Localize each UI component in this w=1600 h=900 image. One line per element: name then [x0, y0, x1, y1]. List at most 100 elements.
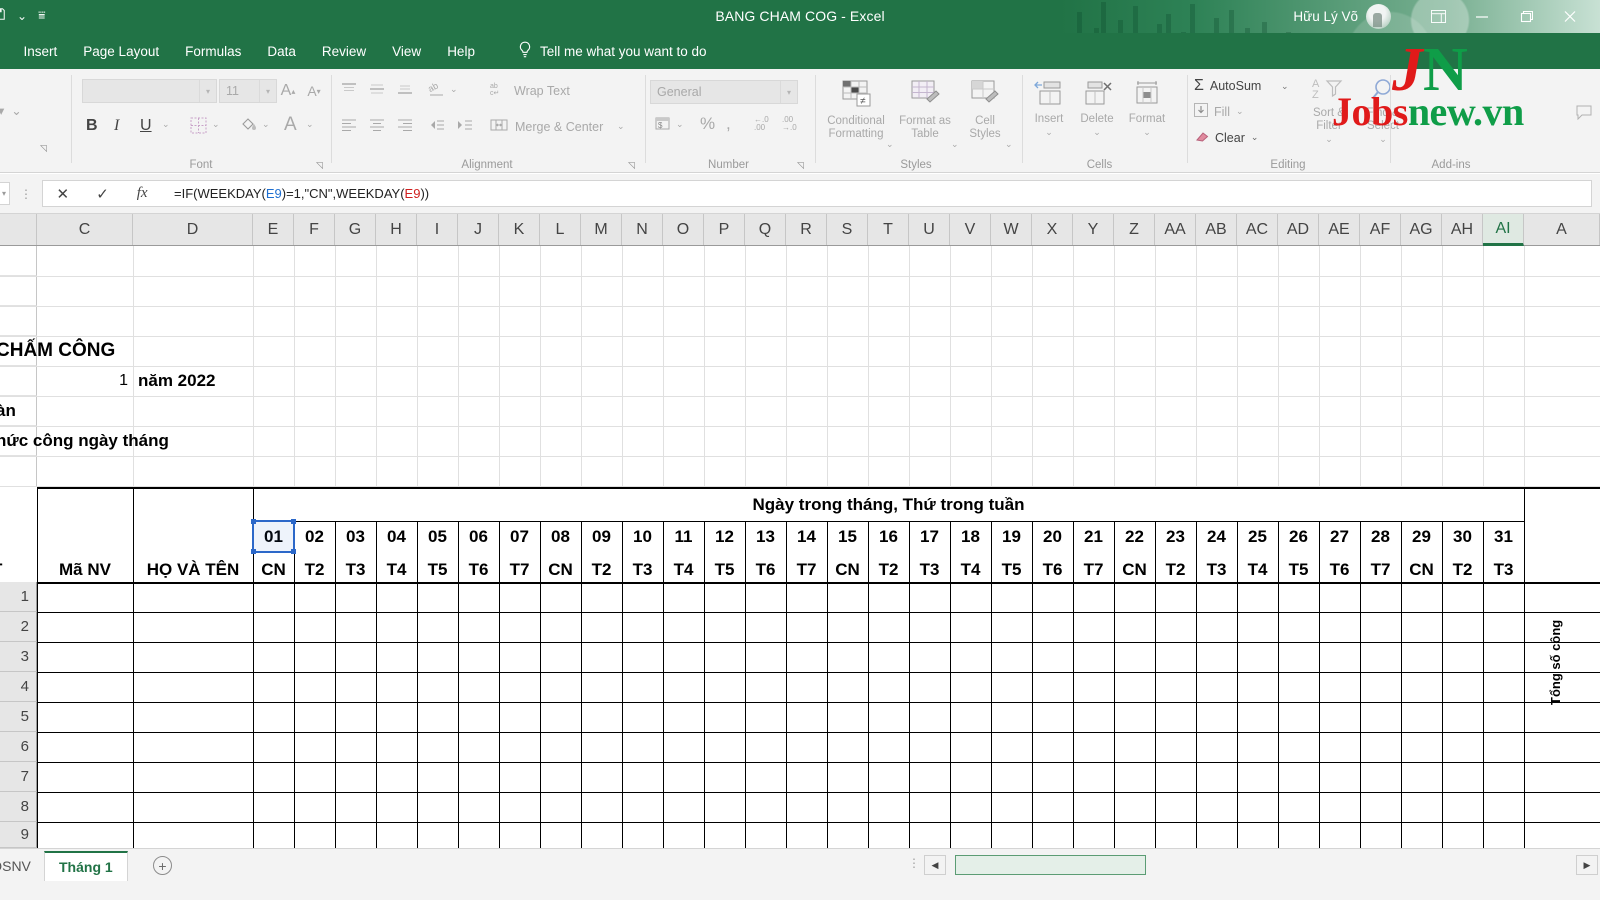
insert-cells-button[interactable]: Insert ⌄ — [1025, 79, 1073, 139]
column-header-ai[interactable]: AI — [1483, 214, 1524, 246]
tab-help[interactable]: Help — [434, 33, 488, 69]
cell-day-03[interactable]: 03 — [335, 521, 376, 552]
sort-filter-button[interactable]: AZ Sort & Filter ⌄ — [1300, 77, 1358, 146]
cs-chevron-down-icon[interactable]: ⌄ — [1005, 139, 1013, 150]
column-header-q[interactable]: Q — [745, 214, 786, 245]
cell-day-08[interactable]: 08 — [540, 521, 581, 552]
column-header-ab[interactable]: AB — [1196, 214, 1237, 245]
enter-icon[interactable]: ✓ — [83, 185, 123, 203]
chevron-down-icon[interactable]: ▾ — [259, 80, 276, 102]
cell-weekday-25[interactable]: T4 — [1237, 558, 1278, 582]
increase-decimal-button[interactable]: ←.0.00 — [754, 116, 769, 132]
format-cells-button[interactable]: Format ⌄ — [1121, 79, 1173, 139]
cell-day-05[interactable]: 05 — [417, 521, 458, 552]
cell-day-21[interactable]: 21 — [1073, 521, 1114, 552]
cell-day-25[interactable]: 25 — [1237, 521, 1278, 552]
cell-day-22[interactable]: 22 — [1114, 521, 1155, 552]
cell-weekday-9[interactable]: T2 — [581, 558, 622, 582]
cell-weekday-5[interactable]: T5 — [417, 558, 458, 582]
italic-button[interactable]: I — [114, 117, 119, 135]
cell-day-06[interactable]: 06 — [458, 521, 499, 552]
column-header-i[interactable]: I — [417, 214, 458, 245]
align-middle-icon[interactable] — [368, 81, 386, 97]
restore-icon[interactable] — [1504, 0, 1548, 33]
conditional-formatting-button[interactable]: ≠ Conditional Formatting — [822, 79, 890, 141]
column-headers[interactable]: C D E F G H I J K L M N O P Q R S T U V W X Y Z AA AB AC AD AE AF AG AH… — [0, 214, 1600, 246]
grid-cells[interactable]: CHẤM CÔNG 1 năm 2022 àn hức công ngày tháng N… — [0, 246, 1600, 848]
column-header-ah[interactable]: AH — [1442, 214, 1483, 245]
underline-chevron-down-icon[interactable]: ⌄ — [162, 119, 170, 130]
column-header-e[interactable]: E — [253, 214, 294, 245]
cell-styles-button[interactable]: Cell Styles — [962, 79, 1008, 141]
formula-bar-grip[interactable]: ⋮ — [20, 187, 32, 201]
column-header-ac[interactable]: AC — [1237, 214, 1278, 245]
column-header-a[interactable]: A — [1524, 214, 1600, 245]
column-header-w[interactable]: W — [991, 214, 1032, 245]
font-color-icon[interactable]: A — [284, 114, 297, 136]
column-header-n[interactable]: N — [622, 214, 663, 245]
cell-weekday-2[interactable]: T2 — [294, 558, 335, 582]
column-header-aa[interactable]: AA — [1155, 214, 1196, 245]
cell-day-30[interactable]: 30 — [1442, 521, 1483, 552]
increase-indent-icon[interactable] — [456, 117, 474, 133]
merge-chevron-down-icon[interactable]: ⌄ — [617, 121, 625, 132]
column-header-r[interactable]: R — [786, 214, 827, 245]
align-center-icon[interactable] — [368, 117, 386, 133]
cell-day-23[interactable]: 23 — [1155, 521, 1196, 552]
align-bottom-icon[interactable] — [396, 81, 414, 97]
selection-handle[interactable] — [291, 549, 296, 554]
cell-weekday-24[interactable]: T3 — [1196, 558, 1237, 582]
delete-chevron-down-icon[interactable]: ⌄ — [1093, 126, 1101, 139]
autosum-chevron-down-icon[interactable]: ⌄ — [1281, 81, 1289, 92]
delete-cells-button[interactable]: Delete ⌄ — [1073, 79, 1121, 139]
insert-function-icon[interactable]: fx — [122, 185, 162, 202]
tab-file[interactable]: e — [0, 33, 11, 69]
tab-page-layout[interactable]: Page Layout — [70, 33, 172, 69]
cell-title-cham-cong[interactable]: CHẤM CÔNG — [0, 336, 196, 366]
cell-weekday-29[interactable]: CN — [1401, 558, 1442, 582]
column-header-ag[interactable]: AG — [1401, 214, 1442, 245]
selection-handle[interactable] — [251, 519, 256, 524]
close-icon[interactable] — [1548, 0, 1592, 33]
column-header-k[interactable]: K — [499, 214, 540, 245]
clear-chevron-down-icon[interactable]: ⌄ — [1251, 132, 1259, 143]
clipboard-dialog-launcher[interactable]: ◹ — [40, 143, 50, 153]
cell-day-28[interactable]: 28 — [1360, 521, 1401, 552]
formula-input[interactable]: =IF(WEEKDAY(E9)=1,"CN",WEEKDAY(E9)) — [162, 180, 1592, 207]
font-name-input[interactable]: ▾ — [82, 79, 217, 103]
cf-chevron-down-icon[interactable]: ⌄ — [886, 139, 894, 150]
cell-day-02[interactable]: 02 — [294, 521, 335, 552]
cell-weekday-11[interactable]: T4 — [663, 558, 704, 582]
align-left-icon[interactable] — [340, 117, 358, 133]
column-header-af[interactable]: AF — [1360, 214, 1401, 245]
cell-weekday-17[interactable]: T3 — [909, 558, 950, 582]
cell-weekday-12[interactable]: T5 — [704, 558, 745, 582]
cell-day-09[interactable]: 09 — [581, 521, 622, 552]
cell-month-number[interactable]: 1 — [37, 366, 133, 396]
column-header-y[interactable]: Y — [1073, 214, 1114, 245]
cell-weekday-15[interactable]: CN — [827, 558, 868, 582]
comment-icon[interactable] — [1576, 105, 1592, 120]
cell-day-13[interactable]: 13 — [745, 521, 786, 552]
chevron-down-icon[interactable]: ▾ — [199, 80, 216, 102]
select-all-corner[interactable] — [0, 214, 37, 245]
sheet-tab-dsnv[interactable]: DSNV — [0, 851, 45, 881]
cell-weekday-13[interactable]: T6 — [745, 558, 786, 582]
cell-weekday-3[interactable]: T3 — [335, 558, 376, 582]
format-chevron-down-icon[interactable]: ⌄ — [1143, 126, 1151, 139]
column-header-s[interactable]: S — [827, 214, 868, 245]
cell-line3[interactable]: àn — [0, 396, 56, 426]
cell-weekday-26[interactable]: T5 — [1278, 558, 1319, 582]
insert-chevron-down-icon[interactable]: ⌄ — [1045, 126, 1053, 139]
fat-chevron-down-icon[interactable]: ⌄ — [951, 139, 959, 150]
fill-chevron-down-icon[interactable]: ⌄ — [1236, 106, 1244, 117]
accounting-chevron-down-icon[interactable]: ⌄ — [676, 119, 684, 130]
cell-line4[interactable]: hức công ngày tháng — [0, 426, 256, 456]
column-header-u[interactable]: U — [909, 214, 950, 245]
tab-view[interactable]: View — [379, 33, 434, 69]
column-header-d[interactable]: D — [133, 214, 253, 245]
selection-handle[interactable] — [291, 519, 296, 524]
cell-weekday-8[interactable]: CN — [540, 558, 581, 582]
column-header-o[interactable]: O — [663, 214, 704, 245]
cell-day-04[interactable]: 04 — [376, 521, 417, 552]
